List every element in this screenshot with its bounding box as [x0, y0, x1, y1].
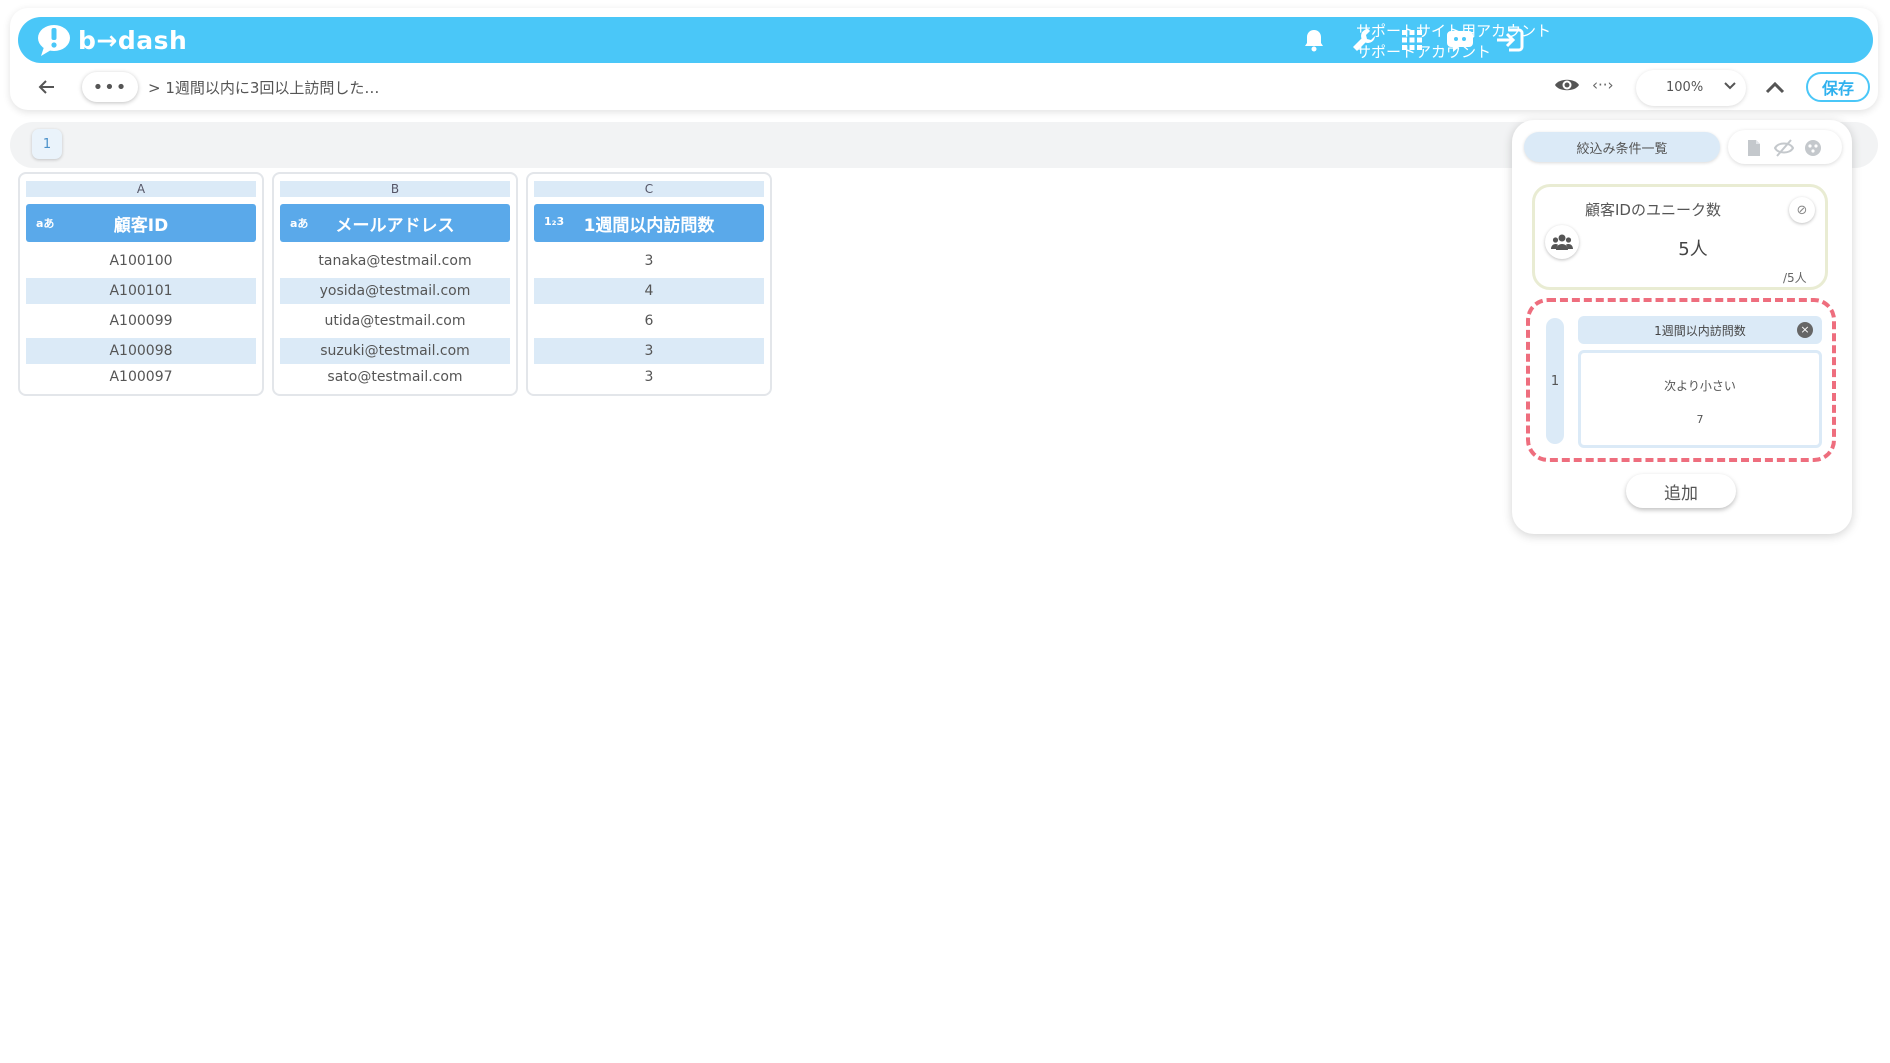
wrench-icon[interactable] — [1348, 24, 1380, 56]
grid-icon[interactable] — [1396, 24, 1428, 56]
add-condition-button[interactable]: 追加 — [1626, 474, 1736, 508]
condition-index: 1 — [1546, 318, 1564, 444]
table-cell[interactable]: suzuki@testmail.com — [280, 338, 510, 364]
column-letter: A — [26, 181, 256, 197]
table-cell[interactable]: A100098 — [26, 338, 256, 364]
palette-icon[interactable] — [1804, 139, 1822, 161]
chat-bot-icon[interactable] — [1446, 24, 1478, 56]
column-letter: C — [534, 181, 764, 197]
column-name: 1週間以内訪問数 — [583, 215, 715, 236]
table-cell[interactable]: sato@testmail.com — [280, 364, 510, 390]
column-letter: B — [280, 181, 510, 197]
table-cell[interactable]: utida@testmail.com — [280, 308, 510, 334]
panel-toolbar — [1728, 130, 1842, 164]
table-cell[interactable]: A100100 — [26, 248, 256, 274]
logout-icon[interactable] — [1494, 24, 1526, 56]
chevron-up-icon[interactable] — [1764, 78, 1786, 96]
column-header[interactable]: aあ メールアドレス — [280, 204, 510, 242]
column-header[interactable]: 1₂3 1週間以内訪問数 — [534, 204, 764, 242]
condition-detail[interactable]: 次より小さい 7 — [1578, 350, 1822, 448]
stat-hide-icon[interactable]: ⊘ — [1789, 197, 1815, 223]
column-name: メールアドレス — [335, 215, 455, 236]
zoom-select[interactable]: 100% — [1636, 70, 1746, 106]
column-card-a[interactable]: A aあ 顧客ID A100100 A100101 A100099 A10009… — [18, 172, 264, 396]
condition-value: 7 — [1696, 413, 1704, 426]
save-button[interactable]: 保存 — [1806, 72, 1870, 102]
stat-title: 顧客IDのユニーク数 — [1585, 201, 1721, 219]
back-arrow-icon[interactable] — [36, 76, 58, 98]
chevron-down-icon — [1724, 82, 1736, 90]
hide-icon[interactable] — [1773, 139, 1795, 161]
table-cell[interactable]: 3 — [534, 248, 764, 274]
breadcrumb[interactable]: > 1週間以内に3回以上訪問した… — [148, 77, 379, 98]
embed-code-icon[interactable]: ‹··› — [1592, 76, 1614, 94]
unique-count-total: /5人 — [1783, 271, 1807, 285]
condition-field[interactable]: 1週間以内訪問数 — [1578, 316, 1822, 344]
table-cell[interactable]: A100101 — [26, 278, 256, 304]
column-header[interactable]: aあ 顧客ID — [26, 204, 256, 242]
text-type-icon: aあ — [290, 217, 309, 230]
filter-panel: 絞込み条件一覧 顧客IDのユニーク数 ⊘ 5人 /5人 1 1週間以内訪問数 ×… — [1512, 120, 1852, 534]
condition-operator: 次より小さい — [1664, 379, 1736, 393]
app-logo[interactable]: b→dash — [36, 23, 187, 57]
table-cell[interactable]: 3 — [534, 364, 764, 390]
app-header: b→dash サポートサイト用アカウント サポートアカウント — [18, 17, 1873, 63]
breadcrumb-more-button[interactable]: ••• — [82, 72, 138, 102]
column-name: 顧客ID — [113, 215, 169, 236]
bell-icon[interactable] — [1298, 24, 1330, 56]
table-cell[interactable]: 4 — [534, 278, 764, 304]
text-type-icon: aあ — [36, 217, 55, 230]
filter-list-title[interactable]: 絞込み条件一覧 — [1524, 132, 1720, 162]
logo-text: b→dash — [78, 25, 188, 55]
table-cell[interactable]: A100097 — [26, 364, 256, 390]
close-icon[interactable]: × — [1797, 322, 1813, 338]
table-cell[interactable]: A100099 — [26, 308, 256, 334]
zoom-value: 100% — [1666, 80, 1704, 95]
number-type-icon: 1₂3 — [544, 215, 565, 228]
table-cell[interactable]: tanaka@testmail.com — [280, 248, 510, 274]
table-cell[interactable]: yosida@testmail.com — [280, 278, 510, 304]
eye-icon[interactable] — [1554, 74, 1580, 96]
logo-bubble-icon — [38, 25, 70, 56]
unique-count-value: 5人 — [1678, 239, 1708, 260]
unique-count-card: 顧客IDのユニーク数 ⊘ 5人 /5人 — [1532, 184, 1828, 290]
table-cell[interactable]: 6 — [534, 308, 764, 334]
column-card-b[interactable]: B aあ メールアドレス tanaka@testmail.com yosida@… — [272, 172, 518, 396]
table-cell[interactable]: 3 — [534, 338, 764, 364]
column-card-c[interactable]: C 1₂3 1週間以内訪問数 3 4 6 3 3 — [526, 172, 772, 396]
sheet-tab-1[interactable]: 1 — [32, 129, 62, 159]
document-icon[interactable] — [1746, 139, 1762, 161]
